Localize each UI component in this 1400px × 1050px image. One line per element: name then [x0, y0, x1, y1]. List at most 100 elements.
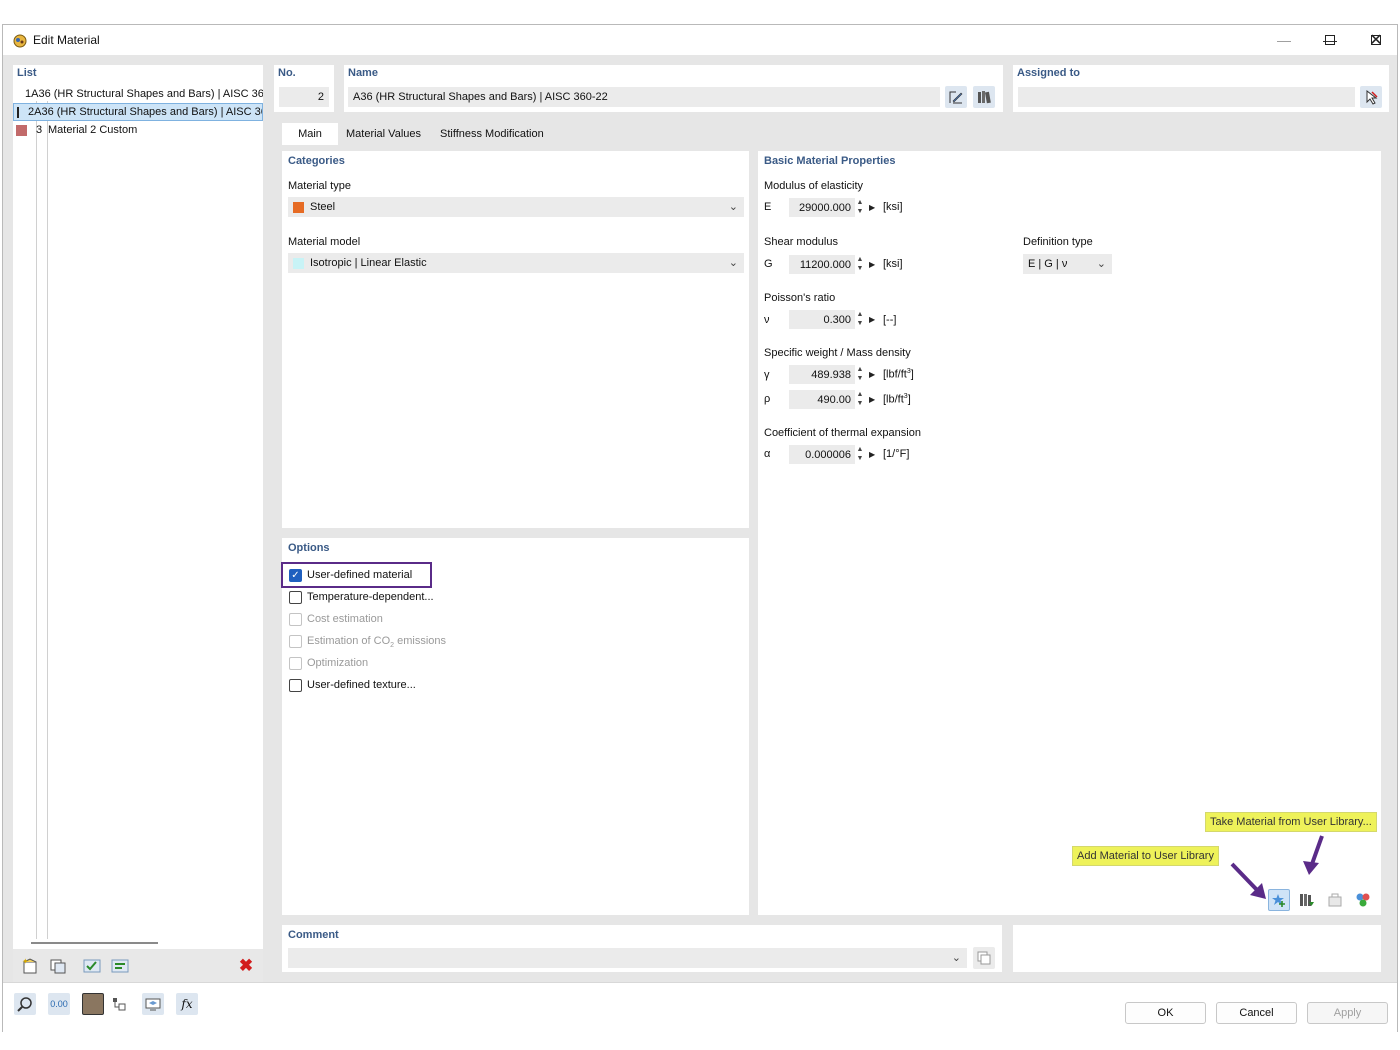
comment-copy-icon[interactable] [973, 947, 995, 969]
tab-main[interactable]: Main [282, 123, 338, 145]
list-item[interactable]: 3 Material 2 Custom [13, 121, 263, 139]
export-icon[interactable] [1324, 889, 1346, 911]
material-model-label: Material model [288, 236, 361, 248]
user-defined-material-label: User-defined material [307, 569, 413, 581]
rho-input[interactable]: 490.00 [789, 390, 855, 409]
material-color-swatch [17, 106, 19, 118]
assigned-field[interactable] [1018, 87, 1355, 107]
material-type-dropdown[interactable]: Steel ⌄ [288, 197, 744, 217]
nu-spinner[interactable]: ▲ ▼ [855, 310, 865, 329]
alpha-input[interactable]: 0.000006 [789, 445, 855, 464]
name-label: Name [348, 67, 378, 79]
user-defined-texture-checkbox[interactable] [289, 679, 302, 692]
definition-type-value: E | G | ν [1028, 258, 1068, 270]
chevron-down-icon: ⌄ [1096, 258, 1106, 270]
definition-type-dropdown[interactable]: E | G | ν ⌄ [1023, 254, 1112, 274]
formula-icon[interactable]: fx [176, 993, 198, 1015]
G-input[interactable]: 11200.000 [789, 255, 855, 274]
list-panel: List 1 A36 (HR Structural Shapes and Bar… [13, 65, 263, 982]
select-cursor-icon[interactable] [1360, 86, 1382, 108]
ok-button[interactable]: OK [1125, 1002, 1206, 1024]
G-arrow-icon[interactable]: ▶ [869, 255, 877, 274]
E-input[interactable]: 29000.000 [789, 198, 855, 217]
alpha-spinner[interactable]: ▲ ▼ [855, 445, 865, 464]
no-field[interactable]: 2 [279, 87, 329, 107]
list-header: List [17, 67, 37, 79]
gamma-arrow-icon[interactable]: ▶ [869, 365, 877, 384]
G-unit: [ksi] [883, 258, 903, 270]
apply-button[interactable]: Apply [1307, 1002, 1388, 1024]
gamma-input[interactable]: 489.938 [789, 365, 855, 384]
comment-panel: Comment ⌄ [282, 925, 1002, 972]
color-swatch-icon[interactable] [82, 993, 104, 1015]
decimal-places-icon[interactable]: 0.00 [48, 993, 70, 1015]
E-arrow-icon[interactable]: ▶ [869, 198, 877, 217]
name-panel: Name A36 (HR Structural Shapes and Bars)… [344, 65, 1003, 112]
display-icon[interactable] [142, 993, 164, 1015]
material-app-icon [13, 34, 27, 48]
list-item-selected[interactable]: 2 A36 (HR Structural Shapes and Bars) | … [13, 103, 263, 121]
color-info-icon[interactable] [1352, 889, 1374, 911]
nu-symbol: ν [764, 314, 770, 326]
rho-spinner[interactable]: ▲ ▼ [855, 390, 865, 409]
list-item-label: A36 (HR Structural Shapes and Bars) | AI… [34, 106, 262, 118]
rho-unit: [lb/ft3] [883, 393, 911, 406]
maximize-icon[interactable] [1307, 25, 1353, 55]
co2-estimation-label: Estimation of CO2 emissions [307, 635, 447, 650]
minimize-icon[interactable]: — [1261, 25, 1307, 55]
modulus-label: Modulus of elasticity [764, 180, 864, 192]
thermal-label: Coefficient of thermal expansion [764, 427, 921, 439]
nu-input[interactable]: 0.300 [789, 310, 855, 329]
material-type-value: Steel [310, 201, 336, 213]
material-model-dropdown[interactable]: Isotropic | Linear Elastic ⌄ [288, 253, 744, 273]
optimization-checkbox [289, 657, 302, 670]
chevron-down-icon: ⌄ [728, 257, 738, 269]
options-header: Options [288, 542, 330, 554]
check-all-icon[interactable] [81, 955, 103, 977]
rho-arrow-icon[interactable]: ▶ [869, 390, 877, 409]
edit-name-icon[interactable] [945, 86, 967, 108]
copy-material-icon[interactable] [47, 955, 69, 977]
material-model-value: Isotropic | Linear Elastic [310, 257, 427, 269]
no-label: No. [278, 67, 296, 79]
gamma-symbol: γ [764, 369, 770, 381]
temperature-dependent-checkbox[interactable] [289, 591, 302, 604]
definition-type-label: Definition type [1023, 236, 1093, 248]
assigned-panel: Assigned to [1013, 65, 1389, 112]
delete-icon[interactable]: ✖ [235, 955, 257, 977]
specific-weight-label: Specific weight / Mass density [764, 347, 911, 359]
add-to-user-library-icon[interactable] [1268, 889, 1290, 911]
model-color-swatch [293, 257, 304, 269]
nu-unit: [--] [883, 314, 897, 326]
G-spinner[interactable]: ▲ ▼ [855, 255, 865, 274]
svg-text:✦: ✦ [22, 957, 29, 966]
E-spinner[interactable]: ▲ ▼ [855, 198, 865, 217]
sort-icon[interactable] [109, 955, 131, 977]
library-icon[interactable] [973, 86, 995, 108]
user-defined-material-checkbox[interactable]: ✓ [289, 569, 302, 582]
list-item[interactable]: 1 A36 (HR Structural Shapes and Bars) | … [13, 85, 263, 103]
take-from-user-library-icon[interactable] [1296, 889, 1318, 911]
dialog-footer: 0.00 fx OK Cancel Apply [3, 982, 1397, 1033]
alpha-arrow-icon[interactable]: ▶ [869, 445, 877, 464]
structure-icon[interactable] [108, 993, 130, 1015]
new-material-icon[interactable]: ✦ [19, 955, 41, 977]
cancel-button[interactable]: Cancel [1216, 1002, 1297, 1024]
gamma-spinner[interactable]: ▲ ▼ [855, 365, 865, 384]
nu-arrow-icon[interactable]: ▶ [869, 310, 877, 329]
material-color-swatch [16, 124, 27, 136]
alpha-unit: [1/°F] [883, 448, 910, 460]
edit-material-dialog: Edit Material — — ✕ List 1 A36 (HR Struc… [2, 24, 1399, 1033]
temperature-dependent-label: Temperature-dependent... [307, 591, 434, 603]
tab-material-values[interactable]: Material Values [338, 123, 429, 145]
close-icon[interactable]: ✕ [1353, 25, 1399, 55]
search-icon[interactable] [14, 993, 36, 1015]
alpha-symbol: α [764, 448, 771, 460]
name-field[interactable]: A36 (HR Structural Shapes and Bars) | AI… [348, 87, 940, 107]
comment-dropdown[interactable]: ⌄ [288, 948, 967, 968]
horizontal-scrollbar[interactable] [31, 942, 158, 944]
user-defined-texture-label: User-defined texture... [307, 679, 416, 691]
window-title: Edit Material [33, 33, 100, 47]
tab-stiffness-modification[interactable]: Stiffness Modification [432, 123, 552, 145]
preview-panel [1013, 925, 1381, 972]
